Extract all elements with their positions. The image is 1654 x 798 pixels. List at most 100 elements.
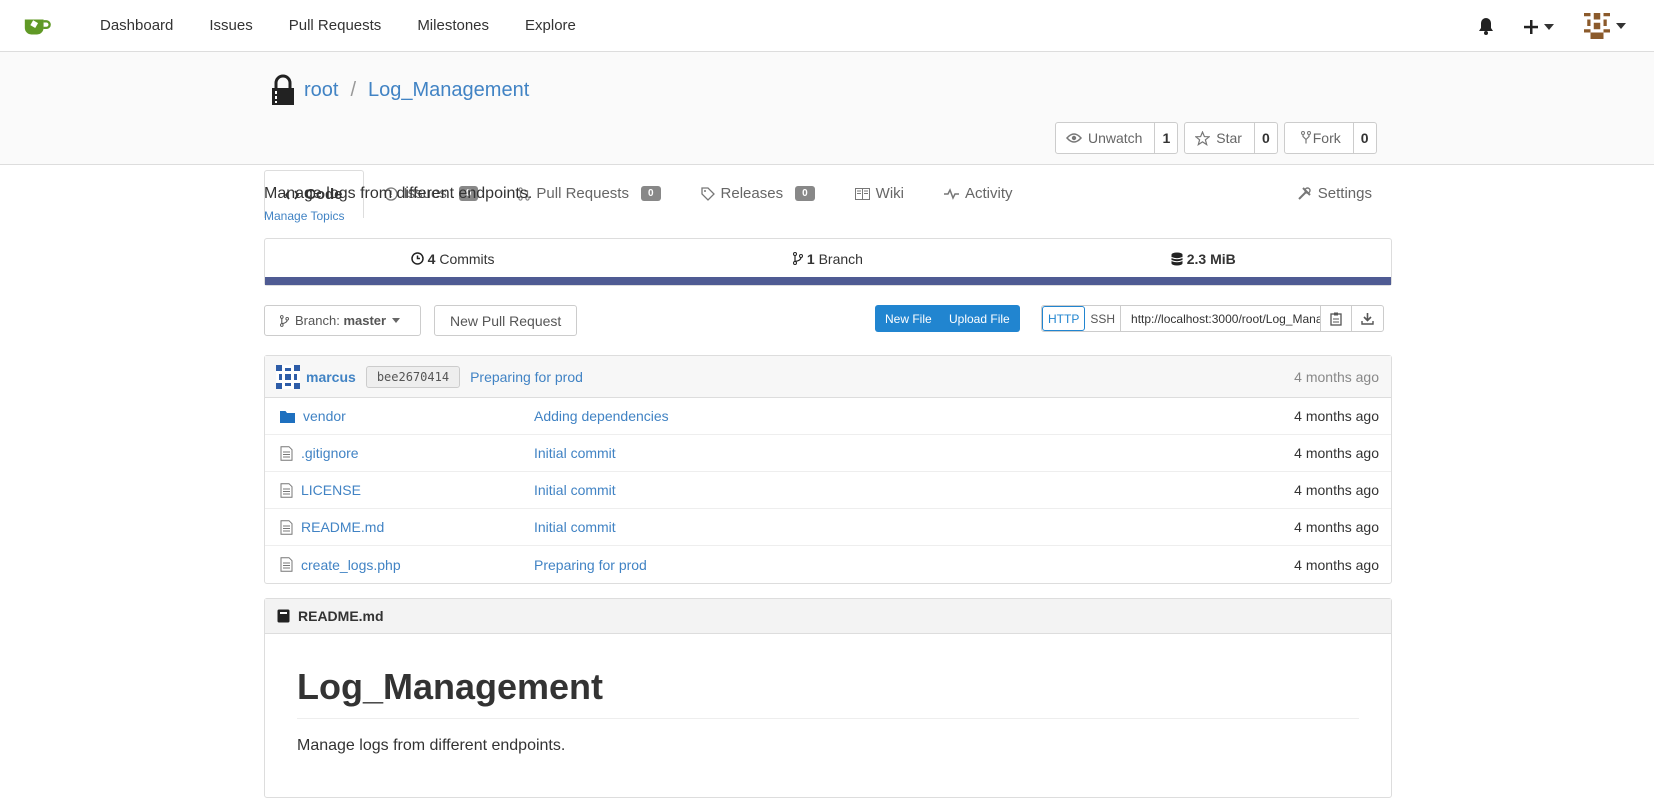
branch-icon [280,314,289,327]
watch-label: Unwatch [1088,130,1143,146]
file-icon [280,445,293,461]
book-icon [277,609,290,623]
repo-owner-link[interactable]: root [304,79,338,102]
file-time: 4 months ago [1294,556,1379,573]
file-row: vendor Adding dependencies 4 months ago [265,398,1391,435]
file-icon [280,557,293,572]
download-icon [1361,313,1374,325]
file-name-link[interactable]: README.md [301,519,384,535]
copy-url-button[interactable] [1321,306,1353,331]
new-pull-request-button[interactable]: New Pull Request [434,305,578,336]
download-button[interactable] [1352,306,1383,331]
upload-file-button[interactable]: Upload File [940,305,1020,332]
watch-button[interactable]: Unwatch 1 [1055,122,1179,154]
star-label: Star [1216,130,1242,146]
fork-count[interactable]: 0 [1354,123,1376,153]
file-icon [280,482,293,498]
star-icon [1195,130,1211,146]
avatar [276,364,300,389]
repo-header: root / Log_Management Unwatch 1 Star 0 F… [0,52,1654,218]
file-row: create_logs.php Preparing for prod 4 mon… [265,546,1391,583]
avatar [1584,13,1610,39]
eye-icon [1066,133,1082,143]
clone-url-group: HTTP SSH http://localhost:3000/root/Log_… [1041,305,1385,332]
branches-label: Branch [818,250,863,267]
commits-label: Commits [439,250,495,267]
star-button[interactable]: Star 0 [1184,122,1278,154]
readme-filename: README.md [298,608,384,624]
new-file-button[interactable]: New File [875,305,942,332]
database-icon [1171,252,1183,265]
nav-dashboard[interactable]: Dashboard [100,17,173,34]
http-clone-toggle[interactable]: HTTP [1042,306,1086,331]
readme-heading: Log_Management [297,666,1359,719]
file-name-link[interactable]: .gitignore [301,445,359,461]
fork-label: Fork [1312,130,1341,146]
clone-url-input[interactable]: http://localhost:3000/root/Log_Managemen… [1121,306,1322,331]
bell-icon[interactable] [1478,17,1494,35]
branches-count: 1 [806,250,815,267]
nav-issues[interactable]: Issues [209,17,252,34]
readme-header: README.md [265,599,1391,634]
repo-title: root / Log_Management [270,74,529,106]
commit-message-link[interactable]: Preparing for prod [470,369,583,385]
repo-stats: 4 Commits 1 Branch 2.3 MiB [264,238,1392,286]
fork-button[interactable]: Fork 0 [1283,122,1377,154]
watch-count[interactable]: 1 [1155,123,1177,153]
nav-pull-requests[interactable]: Pull Requests [289,17,382,34]
commits-stat[interactable]: 4 Commits [265,251,640,267]
gitea-logo-icon[interactable] [22,11,52,41]
file-name-link[interactable]: create_logs.php [301,557,401,573]
file-commit-link[interactable]: Initial commit [534,445,616,461]
repo-title-separator: / [350,78,357,101]
manage-topics-link[interactable]: Manage Topics [264,209,345,223]
branch-icon [793,251,804,265]
file-list: marcus bee2670414 Preparing for prod 4 m… [264,355,1392,584]
file-time: 4 months ago [1294,445,1379,461]
create-new-menu[interactable] [1524,18,1554,35]
file-time: 4 months ago [1294,482,1379,498]
file-row: .gitignore Initial commit 4 months ago [265,435,1391,472]
repo-toolbar: Branch: master New Pull Request New File… [264,305,1392,336]
plus-icon [1524,20,1538,35]
file-commit-link[interactable]: Initial commit [534,482,616,498]
chevron-down-icon [1616,23,1626,29]
size-stat: 2.3 MiB [1016,251,1391,267]
file-name-link[interactable]: vendor [303,408,346,424]
fork-icon [1300,131,1311,144]
folder-icon [280,410,295,423]
commit-author-link[interactable]: marcus [306,369,356,385]
readme-body: Log_Management Manage logs from differen… [265,634,1391,787]
top-navbar: Dashboard Issues Pull Requests Milestone… [0,0,1654,52]
commit-sha-button[interactable]: bee2670414 [365,365,461,388]
history-icon [411,251,424,265]
file-row: LICENSE Initial commit 4 months ago [265,472,1391,509]
clipboard-icon [1330,312,1342,326]
repo-description: Manage logs from different endpoints. [264,185,533,202]
branches-stat[interactable]: 1 Branch [640,251,1015,267]
nav-explore[interactable]: Explore [525,17,576,34]
file-time: 4 months ago [1294,408,1379,424]
file-name-link[interactable]: LICENSE [301,482,361,498]
file-commit-link[interactable]: Adding dependencies [534,408,669,424]
repo-main: Manage logs from different endpoints. Ma… [264,166,1392,798]
commit-time: 4 months ago [1294,368,1379,385]
commits-count: 4 [427,250,436,267]
branch-selector[interactable]: Branch: master [264,305,421,336]
ssh-clone-toggle[interactable]: SSH [1085,306,1122,331]
user-menu[interactable] [1584,13,1626,39]
repo-name-link[interactable]: Log_Management [368,79,529,102]
latest-commit: marcus bee2670414 Preparing for prod 4 m… [265,356,1391,398]
star-count[interactable]: 0 [1255,123,1277,153]
file-icon [280,519,293,535]
file-row: README.md Initial commit 4 months ago [265,509,1391,546]
readme-panel: README.md Log_Management Manage logs fro… [264,598,1392,798]
branch-prefix: Branch: [295,313,340,328]
file-commit-link[interactable]: Initial commit [534,519,616,535]
language-bar [265,277,1391,285]
readme-text: Manage logs from different endpoints. [297,737,566,754]
nav-milestones[interactable]: Milestones [417,17,489,34]
chevron-down-icon [1544,24,1554,31]
file-commit-link[interactable]: Preparing for prod [534,557,647,573]
branch-name: master [343,313,387,328]
